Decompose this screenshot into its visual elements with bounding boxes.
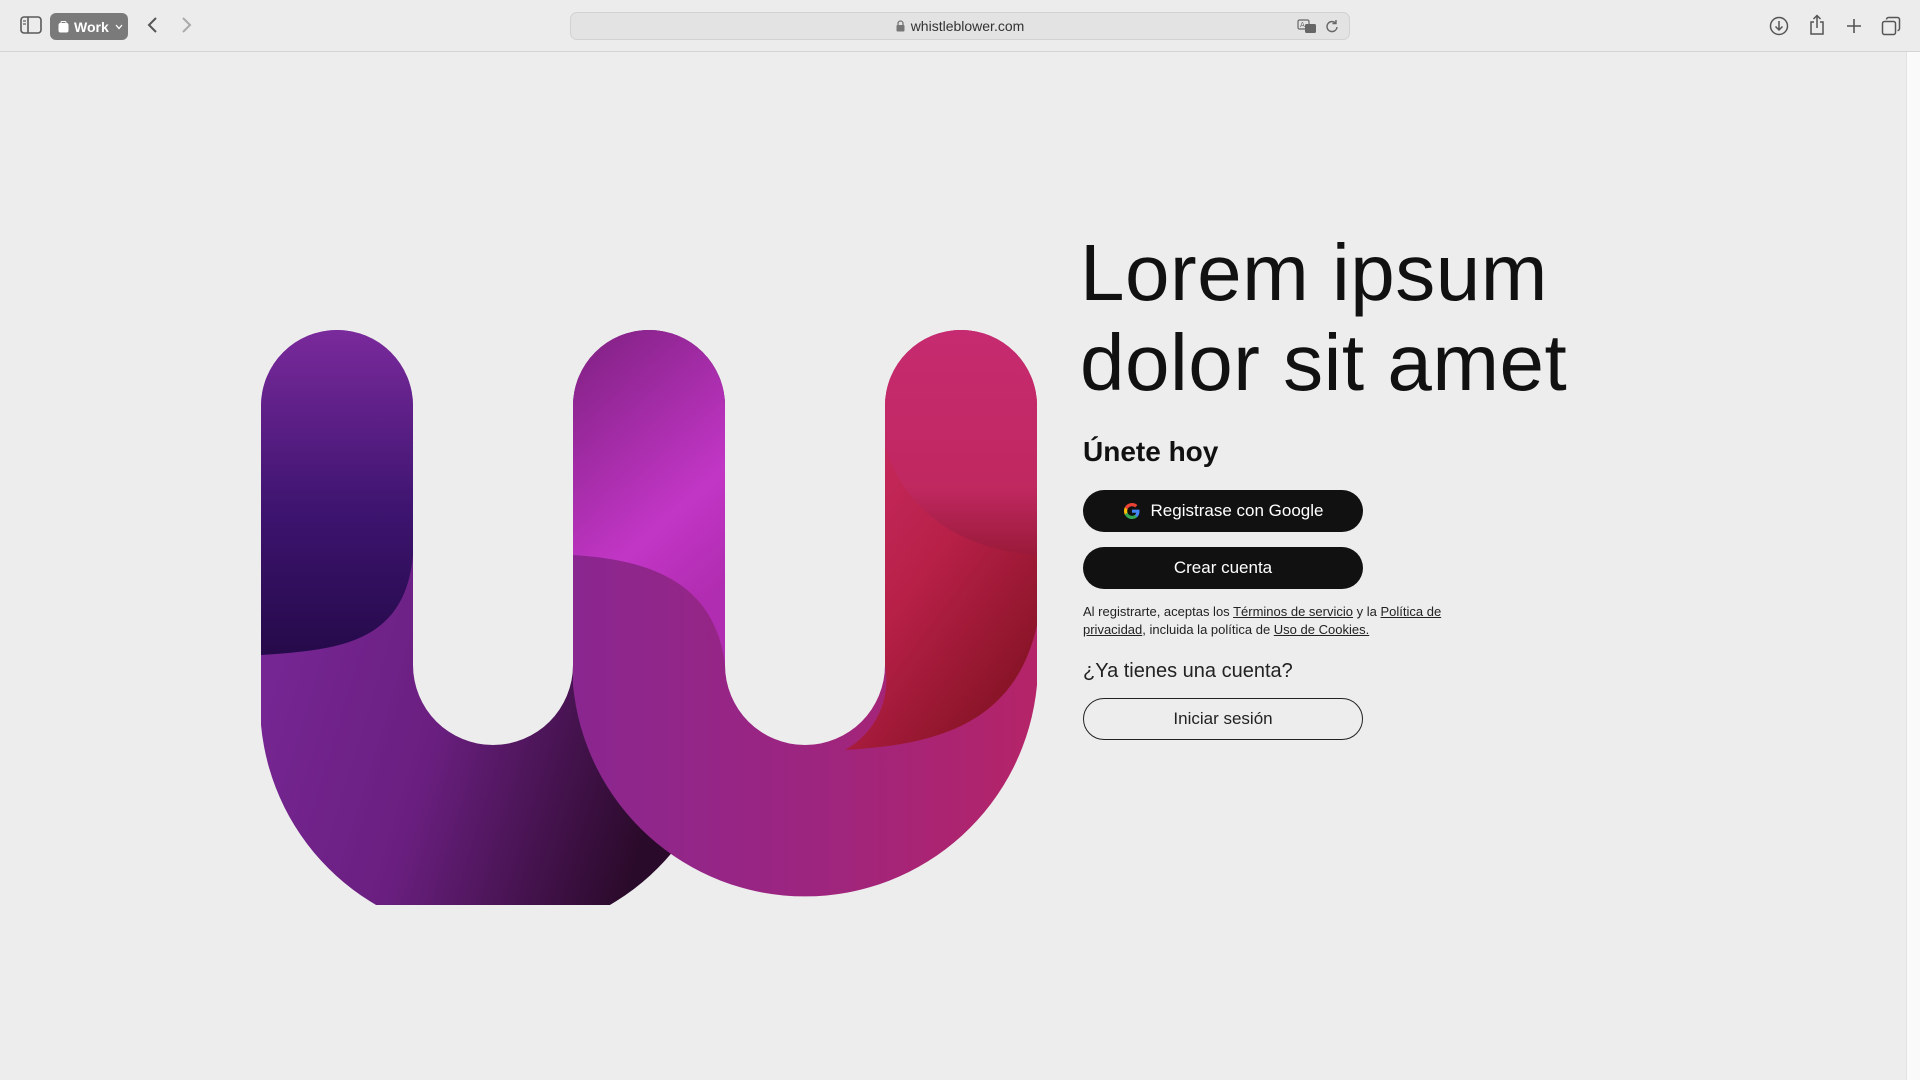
- hero-title-line-1: Lorem ipsum: [1080, 228, 1548, 317]
- legal-prefix: Al registrarte, aceptas los: [1083, 604, 1234, 619]
- terms-link[interactable]: Términos de servicio: [1233, 604, 1353, 619]
- cookies-link[interactable]: Uso de Cookies.: [1274, 622, 1369, 637]
- download-icon: [1769, 16, 1789, 36]
- tab-group-button[interactable]: Work: [50, 13, 128, 40]
- new-tab-button[interactable]: [1842, 14, 1866, 38]
- chevron-right-icon: [182, 17, 192, 33]
- reload-icon[interactable]: [1325, 19, 1339, 34]
- google-signup-button[interactable]: Registrase con Google: [1083, 490, 1363, 532]
- tab-group-icon: [58, 20, 69, 32]
- chevron-left-icon: [147, 17, 157, 33]
- share-icon: [1810, 14, 1824, 35]
- join-heading: Únete hoy: [1083, 436, 1219, 467]
- create-account-button[interactable]: Crear cuenta: [1083, 547, 1363, 589]
- hero-title-line-2: dolor sit amet: [1080, 318, 1568, 407]
- login-label: Iniciar sesión: [1173, 709, 1273, 728]
- plus-icon: [1847, 19, 1861, 33]
- legal-text: Al registrarte, aceptas los Términos de …: [1083, 603, 1443, 639]
- legal-middle: y la: [1353, 604, 1381, 619]
- sidebar-icon: [20, 16, 42, 34]
- tab-overview-button[interactable]: [1879, 14, 1903, 38]
- forward-button[interactable]: [175, 13, 199, 37]
- url-text: whistleblower.com: [910, 18, 1025, 34]
- tabs-overview-icon: [1881, 16, 1901, 36]
- have-account-question: ¿Ya tienes una cuenta?: [1083, 660, 1293, 682]
- hero-title: Lorem ipsum dolor sit amet: [1080, 228, 1780, 408]
- login-button[interactable]: Iniciar sesión: [1083, 698, 1363, 740]
- downloads-button[interactable]: [1767, 14, 1791, 38]
- browser-toolbar: Work whistleblower.com A: [0, 0, 1920, 52]
- share-button[interactable]: [1805, 12, 1829, 38]
- google-icon: [1123, 502, 1141, 520]
- tab-group-label: Work: [74, 18, 109, 35]
- google-signup-label: Registrase con Google: [1150, 501, 1324, 520]
- page-scrollbar[interactable]: [1906, 52, 1920, 1080]
- chevron-down-icon: [115, 24, 123, 29]
- back-button[interactable]: [140, 13, 164, 37]
- brand-logo: [261, 330, 1037, 905]
- lock-icon: [896, 20, 905, 32]
- sidebar-toggle-button[interactable]: [18, 14, 44, 36]
- svg-text:A: A: [1300, 21, 1305, 29]
- translate-icon[interactable]: A: [1297, 19, 1317, 34]
- legal-after-privacy: , incluida la política de: [1142, 622, 1274, 637]
- create-account-label: Crear cuenta: [1173, 558, 1273, 577]
- address-bar[interactable]: whistleblower.com A: [570, 12, 1350, 40]
